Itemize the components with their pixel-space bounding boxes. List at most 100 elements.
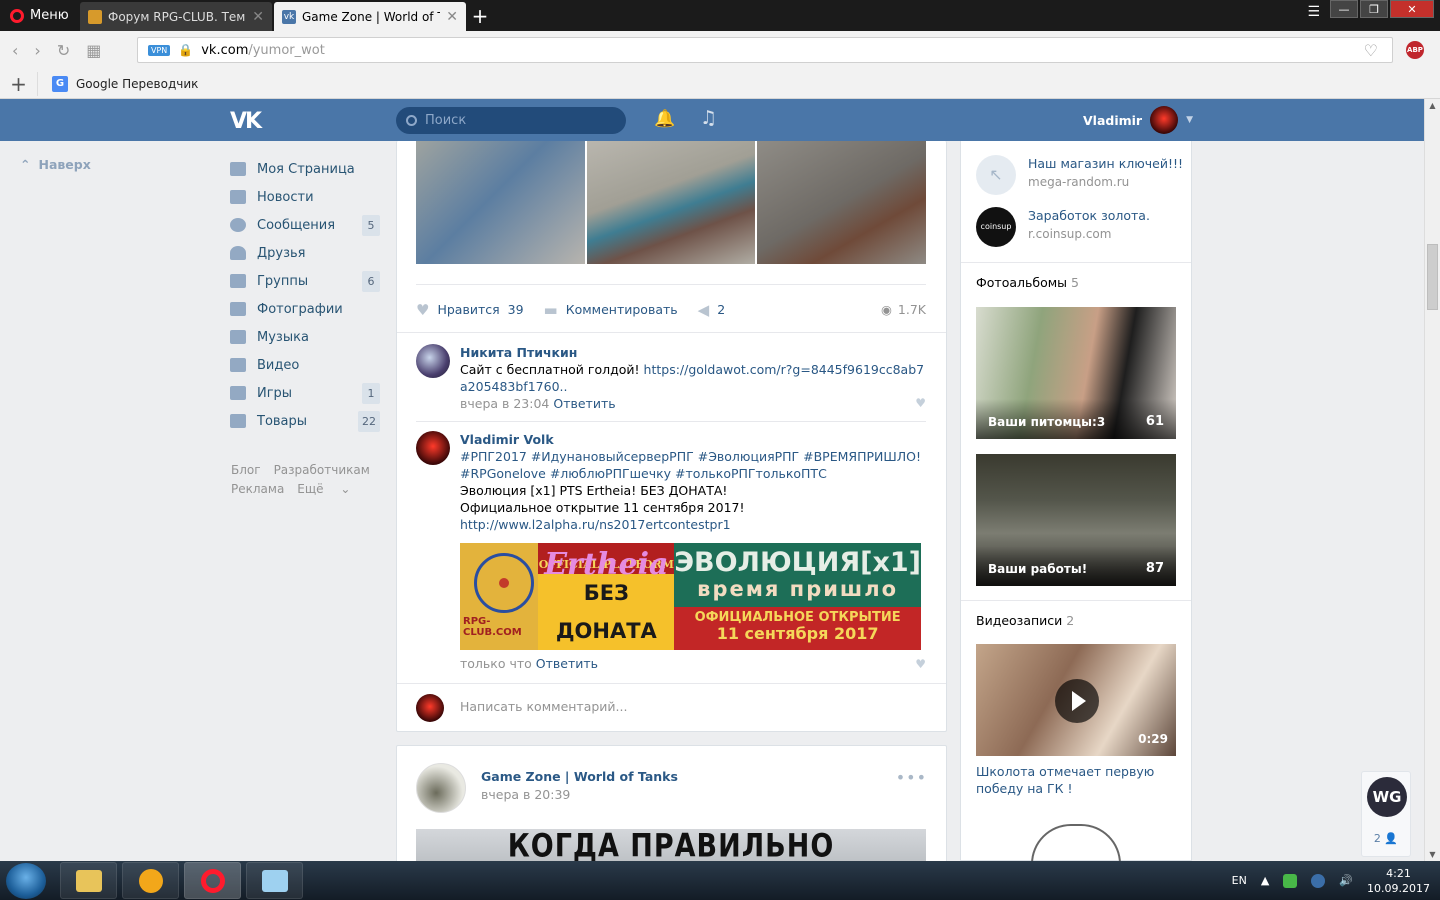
scroll-up-button[interactable]: ⌃ Наверх <box>20 157 91 172</box>
nav-goods[interactable]: Товары 22 <box>230 407 380 435</box>
back-icon[interactable]: ‹ <box>12 41 18 60</box>
lock-icon[interactable]: 🔒 <box>178 43 193 57</box>
language-indicator[interactable]: EN <box>1232 874 1247 887</box>
vk-logo-icon[interactable]: VK <box>230 109 262 134</box>
nav-my-page[interactable]: Моя Страница <box>230 155 380 183</box>
minimize-button[interactable]: — <box>1330 0 1358 18</box>
photo-album[interactable]: Ваши работы! 87 <box>976 454 1176 586</box>
comment-author[interactable]: Vladimir Volk <box>460 431 926 448</box>
taskbar-opera[interactable] <box>184 862 241 899</box>
maximize-button[interactable]: ❐ <box>1360 0 1388 18</box>
comment-hashtags[interactable]: #RPGonelove #люблюРПГшечку #толькоРПГтол… <box>460 465 926 482</box>
nav-photos[interactable]: Фотографии <box>230 295 380 323</box>
videos-header[interactable]: Видеозаписи 2 <box>976 613 1074 628</box>
group-avatar[interactable] <box>416 763 466 813</box>
add-bookmark-button[interactable]: + <box>0 71 38 96</box>
bookmarks-bar: + G Google Переводчик <box>0 69 1440 99</box>
scroll-down-arrow-icon[interactable]: ▼ <box>1425 850 1440 859</box>
reload-icon[interactable]: ↻ <box>57 41 70 60</box>
comment-hashtags[interactable]: #РПГ2017 #ИдунановыйсерверРПГ #ЭволюцияР… <box>460 448 926 465</box>
heart-icon[interactable]: ♥ <box>915 657 926 671</box>
comment-button[interactable]: ▬ Комментировать <box>544 301 678 319</box>
video-thumbnail[interactable]: 0:29 <box>976 644 1176 756</box>
taskbar-app[interactable] <box>122 862 179 899</box>
video-title[interactable]: Школота отмечает первую победу на ГК ! <box>976 763 1176 797</box>
nav-music[interactable]: Музыка <box>230 323 380 351</box>
vertical-scrollbar[interactable]: ▲ ▼ <box>1424 99 1440 861</box>
nav-friends[interactable]: Друзья <box>230 239 380 267</box>
promo-banner[interactable]: RPG-CLUB.COM Ertheia OFFICIAL PLATFORM Б… <box>460 543 921 650</box>
forward-icon[interactable]: › <box>34 41 40 60</box>
tab-menu-icon[interactable]: ☰ <box>1307 4 1320 20</box>
nav-groups[interactable]: Группы 6 <box>230 267 380 295</box>
post-photo[interactable] <box>757 141 927 264</box>
comment-label: Комментировать <box>565 302 678 317</box>
views-counter: ◉ 1.7K <box>881 302 926 317</box>
music-icon[interactable]: ♫ <box>700 107 717 129</box>
notifications-bell-icon[interactable]: 🔔 <box>654 109 675 129</box>
close-icon[interactable]: ✕ <box>252 9 264 25</box>
clock[interactable]: 4:21 10.09.2017 <box>1367 866 1430 896</box>
chevron-down-icon: ▼ <box>1186 115 1194 125</box>
photo-album[interactable]: Ваши питомцы:3 61 <box>976 307 1176 439</box>
vpn-badge[interactable]: VPN <box>148 44 171 56</box>
bookmark-heart-icon[interactable]: ♡ <box>1364 41 1378 60</box>
steam-icon[interactable] <box>1311 873 1326 888</box>
post-photos[interactable] <box>416 141 927 264</box>
close-icon[interactable]: ✕ <box>446 9 458 25</box>
nav-games[interactable]: Игры 1 <box>230 379 380 407</box>
post-author[interactable]: Game Zone | World of Tanks <box>481 769 678 784</box>
reply-button[interactable]: Ответить <box>553 396 615 411</box>
tab-rpg-forum[interactable]: Форум RPG-CLUB. Тема: З ✕ <box>80 2 272 31</box>
footer-developers-link[interactable]: Разработчикам <box>274 463 370 477</box>
play-icon[interactable] <box>1055 679 1099 723</box>
coinsup-logo-icon: coinsup <box>976 207 1016 247</box>
footer-blog-link[interactable]: Блог <box>231 463 261 477</box>
volume-icon[interactable]: 🔊 <box>1339 874 1353 887</box>
tray-app-icon[interactable] <box>1283 873 1298 888</box>
banner-date-text: 11 сентября 2017 <box>716 624 879 643</box>
albums-header[interactable]: Фотоальбомы 5 <box>976 275 1079 290</box>
post-photo[interactable] <box>416 141 585 264</box>
post-photo[interactable] <box>586 141 756 264</box>
footer-more-link[interactable]: Ещё ⌄ <box>297 482 350 496</box>
scroll-up-arrow-icon[interactable]: ▲ <box>1425 101 1440 110</box>
start-button[interactable] <box>6 863 46 899</box>
nav-label: Новости <box>257 189 314 205</box>
community-widget[interactable]: WG 2 👤 <box>1361 771 1411 857</box>
avatar[interactable] <box>416 344 450 378</box>
adblock-icon[interactable]: ABP <box>1406 41 1424 59</box>
footer-ads-link[interactable]: Реклама <box>231 482 284 496</box>
tab-game-zone[interactable]: vk Game Zone | World of Tan ✕ <box>274 2 466 31</box>
show-hidden-icon[interactable]: ▲ <box>1261 874 1269 887</box>
more-options-icon[interactable]: ••• <box>896 768 927 787</box>
opera-menu-button[interactable]: Меню <box>0 0 78 31</box>
heart-icon[interactable]: ♥ <box>915 396 926 410</box>
post-date[interactable]: вчера в 20:39 <box>481 787 570 802</box>
views-count: 1.7K <box>897 302 926 317</box>
avatar[interactable] <box>416 431 450 465</box>
scrollbar-thumb[interactable] <box>1427 244 1438 310</box>
speed-dial-icon[interactable]: ▦ <box>86 41 101 60</box>
taskbar-notepad[interactable] <box>246 862 303 899</box>
vk-favicon-icon: vk <box>282 9 296 24</box>
new-tab-button[interactable]: + <box>470 4 490 28</box>
taskbar-explorer[interactable] <box>60 862 117 899</box>
share-button[interactable]: ◀ 2 <box>698 301 726 319</box>
group-link[interactable]: ↖ Наш магазин ключей!!! mega-random.ru <box>976 155 1183 195</box>
search-input[interactable]: Поиск <box>396 107 626 134</box>
reply-button[interactable]: Ответить <box>536 656 598 671</box>
like-button[interactable]: ♥ Нравится 39 <box>416 301 524 319</box>
comment-author[interactable]: Никита Птичкин <box>460 344 926 361</box>
url-field[interactable]: VPN 🔒 vk.com/yumor_wot ♡ <box>137 37 1393 63</box>
nav-messages[interactable]: Сообщения 5 <box>230 211 380 239</box>
nav-news[interactable]: Новости <box>230 183 380 211</box>
nav-video[interactable]: Видео <box>230 351 380 379</box>
bookmark-google-translate[interactable]: G Google Переводчик <box>38 75 198 92</box>
user-menu[interactable]: Vladimir ▼ <box>1083 106 1193 134</box>
comment-link[interactable]: http://www.l2alpha.ru/ns2017ertcontestpr… <box>460 516 926 533</box>
video-thumbnail[interactable] <box>1031 824 1121 864</box>
close-window-button[interactable]: ✕ <box>1390 0 1434 18</box>
comment-input[interactable]: Написать комментарий... <box>460 699 627 714</box>
group-link[interactable]: coinsup Заработок золота. r.coinsup.com <box>976 207 1150 247</box>
